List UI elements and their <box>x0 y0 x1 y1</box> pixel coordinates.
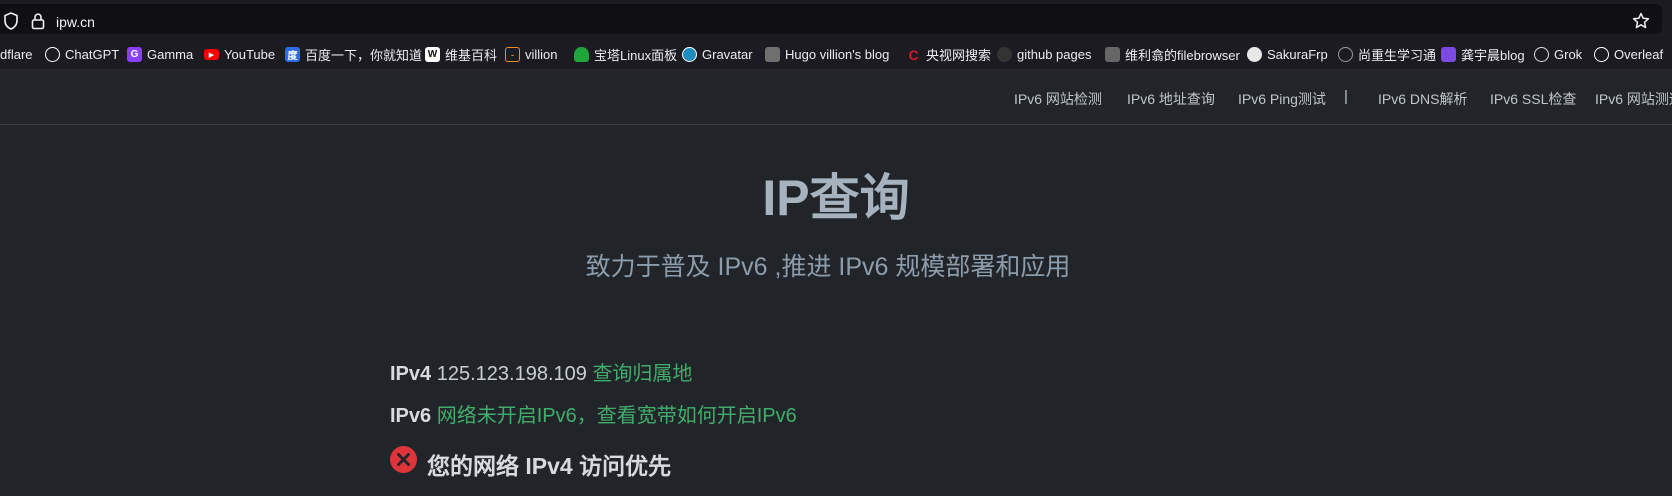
cctv-icon: C <box>908 46 919 63</box>
bookmark-item[interactable]: Grok <box>1534 46 1582 63</box>
github-icon <box>997 47 1012 62</box>
nav-link-ping-test[interactable]: IPv6 Ping测试 <box>1238 89 1326 109</box>
ipv4-label: IPv4 <box>390 363 432 385</box>
bookmark-label: dflare <box>0 47 33 62</box>
gamma-icon: G <box>127 47 142 62</box>
bookmark-label: 宝塔Linux面板 <box>594 48 678 63</box>
bookmark-item[interactable]: Hugo villion's blog <box>765 46 889 63</box>
nav-separator: | <box>1344 88 1348 105</box>
bookmark-label: 维利翕的filebrowser <box>1125 48 1240 63</box>
bookmark-item[interactable]: 维利翕的filebrowser <box>1105 46 1240 63</box>
ipv6-row: IPv6 网络未开启IPv6，查看宽带如何开启IPv6 <box>390 399 797 428</box>
bookmark-item[interactable]: github pages <box>997 46 1091 63</box>
globe-icon <box>1534 47 1549 62</box>
bookmark-label: SakuraFrp <box>1267 47 1328 62</box>
nav-link-address-query[interactable]: IPv6 地址查询 <box>1127 89 1215 109</box>
bookmark-label: Grok <box>1554 47 1583 62</box>
blog-cat-icon <box>1441 47 1456 62</box>
site-nav: IPv6 网站检测 IPv6 地址查询 IPv6 Ping测试 | IPv6 D… <box>0 70 1672 125</box>
shield-icon[interactable] <box>3 12 19 35</box>
status-text: 您的网络 IPv4 访问优先 <box>427 453 672 479</box>
bookmark-label: villion <box>525 47 558 62</box>
overleaf-icon <box>1594 47 1609 62</box>
bookmark-item[interactable]: Overleaf <box>1594 46 1663 63</box>
ipv4-value: 125.123.198.109 <box>436 363 587 385</box>
bookmark-item[interactable]: Gravatar <box>682 46 753 63</box>
bookmark-star-icon[interactable] <box>1632 12 1650 35</box>
sakurafrp-icon <box>1247 47 1262 62</box>
filebrowser-icon <box>1105 47 1120 62</box>
status-row: 您的网络 IPv4 访问优先 <box>390 445 672 481</box>
bookmark-label: 维基百科 <box>445 48 498 63</box>
bookmark-label: Hugo villion's blog <box>785 47 890 62</box>
ipv6-help-link[interactable]: 网络未开启IPv6，查看宽带如何开启IPv6 <box>437 405 797 427</box>
globe-icon <box>1338 47 1353 62</box>
lock-icon[interactable] <box>30 12 46 35</box>
bookmark-item[interactable]: 龚宇晨blog <box>1441 46 1525 63</box>
nav-link-ssl[interactable]: IPv6 SSL检查 <box>1490 89 1576 109</box>
bookmark-label: ChatGPT <box>65 47 120 62</box>
chatgpt-icon <box>45 47 60 62</box>
gravatar-icon <box>682 47 697 62</box>
bookmark-item[interactable]: 度百度一下，你就知道 <box>285 46 422 63</box>
bookmark-item[interactable]: 宝塔Linux面板 <box>574 46 677 63</box>
nav-link-dns[interactable]: IPv6 DNS解析 <box>1378 89 1467 109</box>
wikipedia-icon: W <box>425 47 440 62</box>
ipv4-row: IPv4 125.123.198.109 查询归属地 <box>390 357 692 386</box>
bookmark-label: 央视网搜索 <box>926 48 992 63</box>
nav-link-speed-test[interactable]: IPv6 网站测速 <box>1595 89 1672 109</box>
bookmark-item[interactable]: W 维基百科 <box>425 46 497 63</box>
villion-icon: - <box>505 47 520 62</box>
page-subtitle: 致力于普及 IPv6 ,推进 IPv6 规模部署和应用 <box>0 247 1672 283</box>
bookmark-label: Gravatar <box>702 47 753 62</box>
bookmark-label: YouTube <box>224 47 276 62</box>
browser-toolbar: ipw.cn <box>0 0 1672 38</box>
bookmark-item[interactable]: - villion <box>505 46 558 63</box>
bookmark-item[interactable]: SakuraFrp <box>1247 46 1328 63</box>
bookmark-label: 百度一下，你就知道 <box>305 48 423 63</box>
nav-link-website-check[interactable]: IPv6 网站检测 <box>1014 89 1102 109</box>
bookmark-item[interactable]: ▶ YouTube <box>204 46 275 63</box>
hugo-blog-icon <box>765 47 780 62</box>
page-title: IP查询 <box>762 170 910 226</box>
bookmark-item[interactable]: dflare <box>0 46 33 63</box>
bookmark-label: github pages <box>1017 47 1092 62</box>
subtitle-text: 致力于普及 IPv6 ,推进 IPv6 规模部署和应用 <box>585 253 1071 281</box>
bookmark-label: 龚宇晨blog <box>1461 48 1525 63</box>
address-bar[interactable]: ipw.cn <box>0 4 1662 34</box>
bookmark-label: Gamma <box>147 47 194 62</box>
bt-panel-icon <box>574 47 589 62</box>
bookmark-item[interactable]: C 央视网搜索 <box>906 46 992 64</box>
ipv6-label: IPv6 <box>390 405 432 427</box>
bookmark-label: Overleaf <box>1614 47 1664 62</box>
youtube-icon: ▶ <box>204 49 219 60</box>
baidu-icon: 度 <box>285 47 300 62</box>
ipv4-lookup-link[interactable]: 查询归属地 <box>592 363 692 385</box>
bookmarks-bar: dflare ChatGPT G Gamma ▶ YouTube 度百度一下，你就知… <box>0 38 1672 70</box>
bookmark-item[interactable]: G Gamma <box>127 46 193 63</box>
bookmark-item[interactable]: 尚重生学习通 <box>1338 46 1436 63</box>
bookmark-label: 尚重生学习通 <box>1358 48 1437 63</box>
error-x-icon <box>390 445 417 473</box>
bookmark-item[interactable]: ChatGPT <box>45 46 119 63</box>
address-url[interactable]: ipw.cn <box>56 14 95 30</box>
